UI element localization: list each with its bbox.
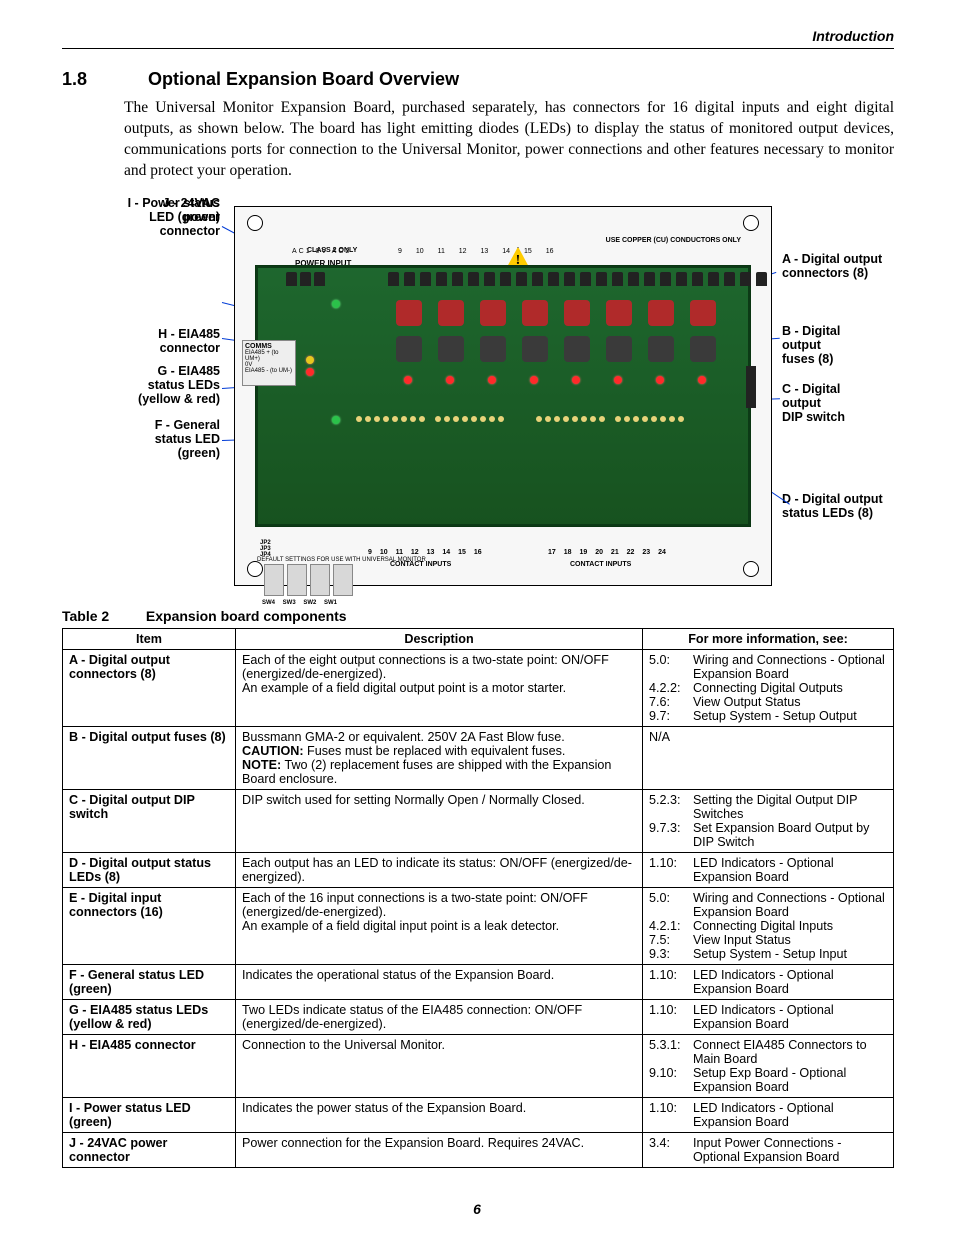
screw-hole-icon [743, 215, 759, 231]
cell-description: DIP switch used for setting Normally Ope… [236, 789, 643, 852]
callout-D: D - Digital output status LEDs (8) [782, 492, 883, 521]
board-text-contact-inputs-r: CONTACT INPUTS [570, 561, 631, 568]
input-connectors-left [356, 416, 504, 434]
output-relays [396, 300, 716, 326]
table-title: Expansion board components [146, 608, 347, 624]
cell-more-info: 1.10:LED Indicators - Optional Expansion… [643, 964, 894, 999]
board-text-input-nums-left: 9 10 11 12 13 14 15 16 [368, 549, 482, 556]
cell-description: Connection to the Universal Monitor. [236, 1034, 643, 1097]
running-head: Introduction [62, 28, 894, 49]
cell-item: F - General status LED (green) [63, 964, 236, 999]
th-item: Item [63, 628, 236, 649]
board-text-relay-nums: 9 10 11 12 13 14 15 16 [398, 248, 554, 255]
cell-item: J - 24VAC power connector [63, 1132, 236, 1167]
callout-G: G - EIA485 status LEDs (yellow & red) [98, 364, 220, 407]
page-number: 6 [0, 1201, 954, 1217]
cell-more-info: 1.10:LED Indicators - Optional Expansion… [643, 999, 894, 1034]
comms-block: COMMS EIA485 + (to UM+) 0V EIA485 - (to … [242, 340, 296, 386]
cell-item: H - EIA485 connector [63, 1034, 236, 1097]
pcb: AC1 0V AC2 9 10 11 12 13 14 15 16 [255, 265, 751, 527]
callout-C: C - Digital output DIP switch [782, 382, 845, 425]
board-text-default-note: DEFAULT SETTINGS FOR USE WITH UNIVERSAL … [257, 557, 426, 563]
table-row: H - EIA485 connectorConnection to the Un… [63, 1034, 894, 1097]
section-title: Optional Expansion Board Overview [148, 69, 459, 90]
cell-description: Each output has an LED to indicate its s… [236, 852, 643, 887]
th-description: Description [236, 628, 643, 649]
th-more-info: For more information, see: [643, 628, 894, 649]
board-text-jp: JP2 JP3 JP4 [260, 540, 271, 558]
eia485-led-red [306, 368, 314, 376]
cell-more-info: 5.2.3:Setting the Digital Output DIP Swi… [643, 789, 894, 852]
board-text-sw: SW4 SW3 SW2 SW1 [262, 600, 337, 606]
output-status-leds [404, 376, 706, 384]
power-status-led [332, 300, 340, 308]
table-row: G - EIA485 status LEDs (yellow & red)Two… [63, 999, 894, 1034]
dip-switches [264, 564, 353, 596]
general-status-led [332, 416, 340, 424]
cell-item: D - Digital output status LEDs (8) [63, 852, 236, 887]
board-text-comms-sub3: EIA485 - (to UM-) [245, 368, 293, 374]
table-row: A - Digital output connectors (8)Each of… [63, 649, 894, 726]
callout-I: I - Power status LED (green) [84, 196, 220, 225]
table-row: C - Digital output DIP switchDIP switch … [63, 789, 894, 852]
output-terminals [388, 272, 767, 286]
screw-hole-icon [247, 215, 263, 231]
output-dip-switch [746, 366, 756, 408]
table-caption: Table 2 Expansion board components [62, 608, 894, 624]
cell-description: Bussmann GMA-2 or equivalent. 250V 2A Fa… [236, 726, 643, 789]
expansion-board-figure: J - 24VAC power connector I - Power stat… [62, 196, 894, 596]
components-table: Item Description For more information, s… [62, 628, 894, 1168]
output-fuses [396, 336, 716, 362]
cell-description: Power connection for the Expansion Board… [236, 1132, 643, 1167]
cell-item: G - EIA485 status LEDs (yellow & red) [63, 999, 236, 1034]
board-text-use-copper: USE COPPER (CU) CONDUCTORS ONLY [606, 237, 741, 244]
section-number: 1.8 [62, 69, 120, 90]
table-row: F - General status LED (green)Indicates … [63, 964, 894, 999]
cell-description: Each of the eight output connections is … [236, 649, 643, 726]
cell-more-info: 5.0:Wiring and Connections - Optional Ex… [643, 887, 894, 964]
table-row: D - Digital output status LEDs (8)Each o… [63, 852, 894, 887]
cell-item: B - Digital output fuses (8) [63, 726, 236, 789]
table-number: Table 2 [62, 608, 142, 624]
cell-description: Indicates the operational status of the … [236, 964, 643, 999]
table-row: I - Power status LED (green)Indicates th… [63, 1097, 894, 1132]
screw-hole-icon [247, 561, 263, 577]
callout-B: B - Digital output fuses (8) [782, 324, 840, 367]
cell-more-info: 5.3.1:Connect EIA485 Connectors to Main … [643, 1034, 894, 1097]
board-text-input-nums-right: 17 18 19 20 21 22 23 24 [548, 549, 666, 556]
section-paragraph: The Universal Monitor Expansion Board, p… [124, 98, 894, 182]
cell-item: E - Digital input connectors (16) [63, 887, 236, 964]
screw-hole-icon [743, 561, 759, 577]
power-terminals [286, 272, 325, 286]
cell-more-info: N/A [643, 726, 894, 789]
board-text-comms: COMMS [245, 343, 293, 350]
table-row: J - 24VAC power connectorPower connectio… [63, 1132, 894, 1167]
cell-description: Each of the 16 input connections is a tw… [236, 887, 643, 964]
board-text-ac-labels: AC1 0V AC2 [292, 248, 351, 255]
input-connectors-right [536, 416, 684, 434]
table-header-row: Item Description For more information, s… [63, 628, 894, 649]
cell-item: C - Digital output DIP switch [63, 789, 236, 852]
callout-A: A - Digital output connectors (8) [782, 252, 882, 281]
callout-H: H - EIA485 connector [130, 327, 220, 356]
cell-more-info: 1.10:LED Indicators - Optional Expansion… [643, 1097, 894, 1132]
table-body: A - Digital output connectors (8)Each of… [63, 649, 894, 1167]
section-heading: 1.8 Optional Expansion Board Overview [62, 69, 894, 90]
cell-description: Indicates the power status of the Expans… [236, 1097, 643, 1132]
board-outline: USE COPPER (CU) CONDUCTORS ONLY CLASS 2 … [234, 206, 772, 586]
eia485-led-yellow [306, 356, 314, 364]
cell-description: Two LEDs indicate status of the EIA485 c… [236, 999, 643, 1034]
cell-item: A - Digital output connectors (8) [63, 649, 236, 726]
table-row: B - Digital output fuses (8)Bussmann GMA… [63, 726, 894, 789]
cell-more-info: 1.10:LED Indicators - Optional Expansion… [643, 852, 894, 887]
cell-more-info: 5.0:Wiring and Connections - Optional Ex… [643, 649, 894, 726]
table-row: E - Digital input connectors (16)Each of… [63, 887, 894, 964]
board-text-comms-sub1: EIA485 + (to UM+) [245, 350, 293, 362]
cell-more-info: 3.4:Input Power Connections - Optional E… [643, 1132, 894, 1167]
callout-F: F - General status LED (green) [114, 418, 220, 461]
cell-item: I - Power status LED (green) [63, 1097, 236, 1132]
